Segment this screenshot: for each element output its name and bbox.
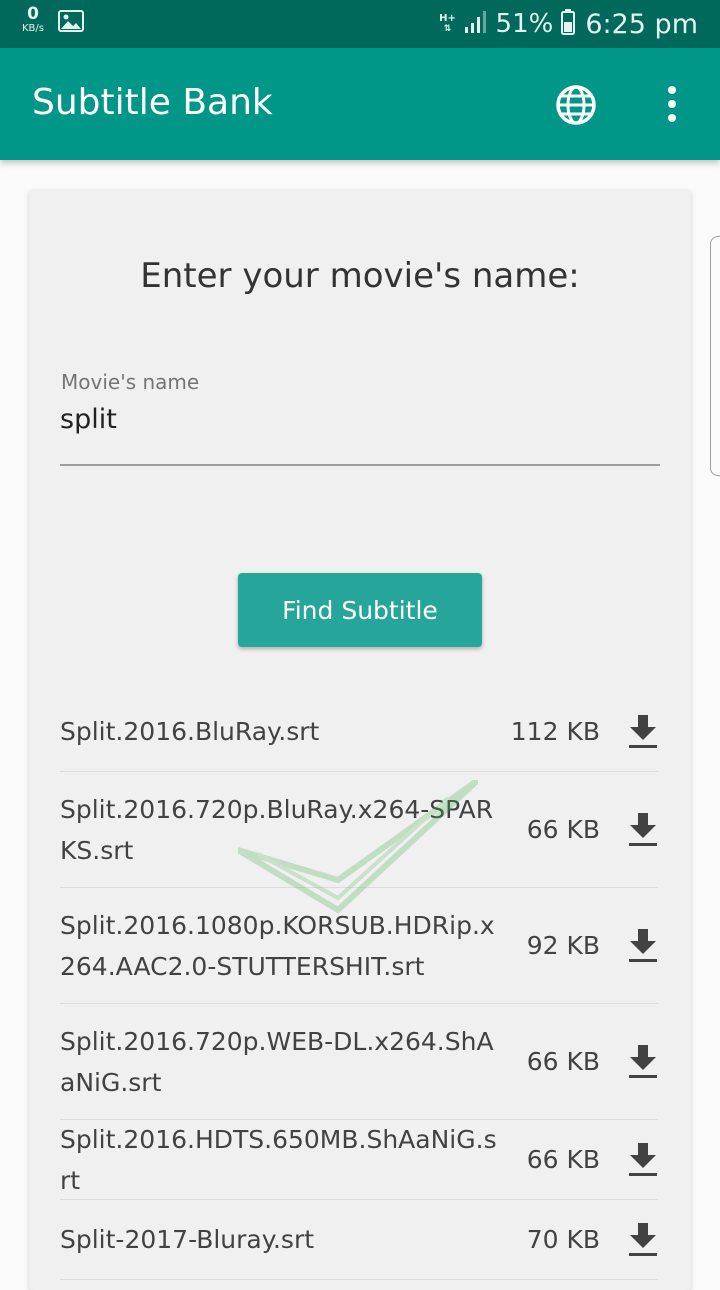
app-title: Subtitle Bank [32,82,273,123]
file-name: Split.2016.BluRay.srt [60,717,320,746]
status-left: 0 KB/s [16,6,84,36]
status-right: H+ ⇅ 51% 6:25 pm [438,8,698,40]
download-icon[interactable] [628,928,658,963]
movie-name-label: Movie's name [61,370,200,394]
prompt-heading: Enter your movie's name: [140,256,580,296]
file-name: Split-2017-Bluray.srt [60,1225,315,1254]
battery-icon [561,9,576,39]
clock: 6:25 pm [585,8,698,40]
network-speed-value: 0 [27,4,39,24]
file-size: 66 KB [526,1145,600,1174]
file-size: 70 KB [526,1225,600,1254]
list-item[interactable]: Split.2016.BluRay.srt 112 KB [60,692,658,772]
gallery-icon [58,10,84,36]
file-size: 112 KB [510,717,600,746]
download-icon[interactable] [628,1142,658,1177]
next-card-edge [710,236,720,476]
file-size: 66 KB [526,815,600,844]
globe-icon[interactable] [553,82,599,128]
download-icon[interactable] [628,714,658,749]
movie-name-input[interactable] [60,394,658,444]
download-icon[interactable] [628,1222,658,1257]
file-size: 92 KB [526,931,600,960]
list-item[interactable]: Split-2017-Bluray.srt 70 KB [60,1200,658,1280]
list-item[interactable]: Split.2016.720p.WEB-DL.x264.ShAaNiG.srt … [60,1004,658,1120]
download-icon[interactable] [628,812,658,847]
list-item[interactable]: Split.2016.HDTS.650MB.ShAaNiG.srt 66 KB [60,1120,658,1200]
file-size: 66 KB [526,1047,600,1076]
more-vert-icon[interactable] [656,81,688,127]
network-type: H+ [439,13,456,24]
file-name: Split.2016.HDTS.650MB.ShAaNiG.srt [60,1124,497,1195]
network-speed: 0 KB/s [16,6,50,34]
network-speed-unit: KB/s [22,23,44,34]
input-underline [60,464,660,466]
find-subtitle-button[interactable]: Find Subtitle [238,573,482,647]
watermark-check-icon [236,777,481,924]
app-bar: Subtitle Bank [0,48,720,160]
battery-percent: 51% [495,9,554,39]
signal-bars-icon [464,10,488,38]
file-name: Split.2016.720p.WEB-DL.x264.ShAaNiG.srt [60,1026,494,1097]
network-arrows-icon: H+ ⇅ [439,13,456,35]
download-icon[interactable] [628,1044,658,1079]
status-bar: 0 KB/s H+ ⇅ 51% 6:25 pm [0,0,720,48]
search-card: Enter your movie's name: Movie's name Fi… [29,190,691,1290]
